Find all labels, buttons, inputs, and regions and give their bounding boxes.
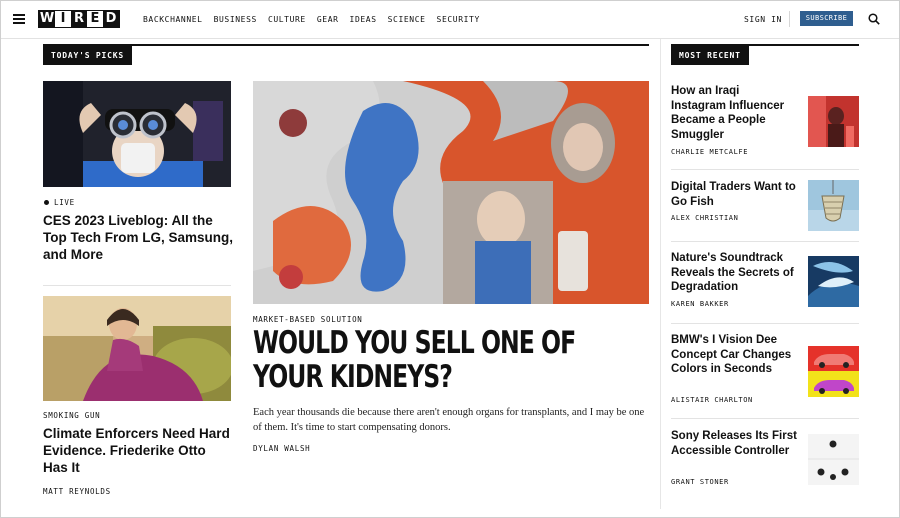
- recent-item-thumbnail[interactable]: [808, 346, 859, 397]
- recent-item-thumbnail[interactable]: [808, 434, 859, 485]
- recent-item-author[interactable]: ALEX CHRISTIAN: [671, 214, 738, 222]
- sign-in-link[interactable]: SIGN IN: [744, 15, 782, 24]
- divider: [671, 241, 859, 242]
- logo-letter: W: [39, 11, 55, 27]
- recent-item-thumbnail[interactable]: [808, 256, 859, 307]
- nav-science[interactable]: SCIENCE: [388, 15, 426, 24]
- nav-ideas[interactable]: IDEAS: [350, 15, 377, 24]
- ces-vr-headset-image[interactable]: [43, 81, 231, 187]
- article-rubric: SMOKING GUN: [43, 411, 101, 420]
- logo-letter: R: [71, 11, 87, 27]
- header-divider: [789, 11, 790, 27]
- live-tag: LIVE: [54, 198, 75, 207]
- live-dot-icon: [44, 200, 49, 205]
- article-author[interactable]: MATT REYNOLDS: [43, 487, 111, 496]
- recent-item-author[interactable]: ALISTAIR CHARLTON: [671, 396, 753, 404]
- nav-backchannel[interactable]: BACKCHANNEL: [143, 15, 203, 24]
- section-rule: [43, 44, 649, 46]
- recent-item-thumbnail[interactable]: [808, 96, 859, 147]
- ces-liveblog-headline[interactable]: CES 2023 Liveblog: All the Top Tech From…: [43, 212, 233, 263]
- climate-enforcers-headline[interactable]: Climate Enforcers Need Hard Evidence. Fr…: [43, 425, 233, 476]
- most-recent-label: MOST RECENT: [671, 46, 749, 65]
- nav-security[interactable]: SECURITY: [437, 15, 480, 24]
- site-header: W I R E D BACKCHANNEL BUSINESS CULTURE G…: [1, 1, 899, 39]
- divider: [671, 323, 859, 324]
- main-nav: BACKCHANNEL BUSINESS CULTURE GEAR IDEAS …: [143, 15, 480, 24]
- divider: [671, 169, 859, 170]
- search-icon[interactable]: [868, 13, 880, 25]
- column-separator: [660, 39, 661, 509]
- recent-item-author[interactable]: KAREN BAKKER: [671, 300, 729, 308]
- page: W I R E D BACKCHANNEL BUSINESS CULTURE G…: [0, 0, 900, 518]
- recent-item-author[interactable]: GRANT STONER: [671, 478, 729, 486]
- divider: [43, 285, 231, 286]
- hamburger-menu-icon[interactable]: [13, 14, 25, 24]
- recent-item-title[interactable]: Sony Releases Its First Accessible Contr…: [671, 429, 797, 458]
- recent-item-title[interactable]: How an Iraqi Instagram Influencer Became…: [671, 84, 797, 142]
- logo-letter: I: [55, 11, 71, 27]
- wired-logo[interactable]: W I R E D: [38, 10, 120, 28]
- nav-business[interactable]: BUSINESS: [214, 15, 257, 24]
- friederike-otto-image[interactable]: [43, 296, 231, 401]
- recent-item-author[interactable]: CHARLIE METCALFE: [671, 148, 748, 156]
- feature-dek: Each year thousands die because there ar…: [253, 407, 645, 433]
- nav-gear[interactable]: GEAR: [317, 15, 339, 24]
- kidney-collage-image[interactable]: [253, 81, 649, 304]
- recent-item-thumbnail[interactable]: [808, 180, 859, 231]
- logo-letter: D: [103, 11, 119, 27]
- feature-rubric: MARKET-BASED SOLUTION: [253, 315, 363, 324]
- recent-item-title[interactable]: BMW's I Vision Dee Concept Car Changes C…: [671, 333, 797, 377]
- nav-culture[interactable]: CULTURE: [268, 15, 306, 24]
- feature-author[interactable]: DYLAN WALSH: [253, 444, 310, 453]
- divider: [671, 418, 859, 419]
- recent-item-title[interactable]: Digital Traders Want to Go Fish: [671, 180, 797, 209]
- logo-letter: E: [87, 11, 103, 27]
- feature-headline[interactable]: WOULD YOU SELL ONE OF YOUR KIDNEYS?: [253, 326, 649, 394]
- subscribe-button[interactable]: SUBSCRIBE: [800, 11, 853, 26]
- todays-picks-label: TODAY'S PICKS: [43, 46, 133, 65]
- recent-item-title[interactable]: Nature's Soundtrack Reveals the Secrets …: [671, 251, 797, 295]
